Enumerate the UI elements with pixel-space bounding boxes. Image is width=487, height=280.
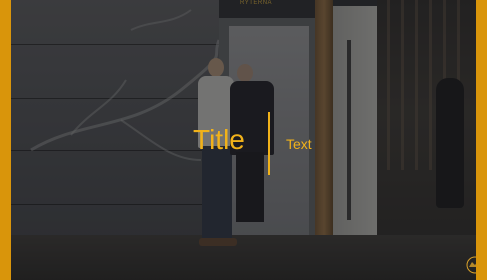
overlay-title: Title	[193, 124, 245, 155]
title-divider	[268, 112, 270, 175]
left-border	[0, 0, 11, 280]
right-border	[476, 0, 487, 280]
video-frame: RYTERNA Title Text	[0, 0, 487, 280]
overlay-text: Text	[286, 136, 312, 152]
